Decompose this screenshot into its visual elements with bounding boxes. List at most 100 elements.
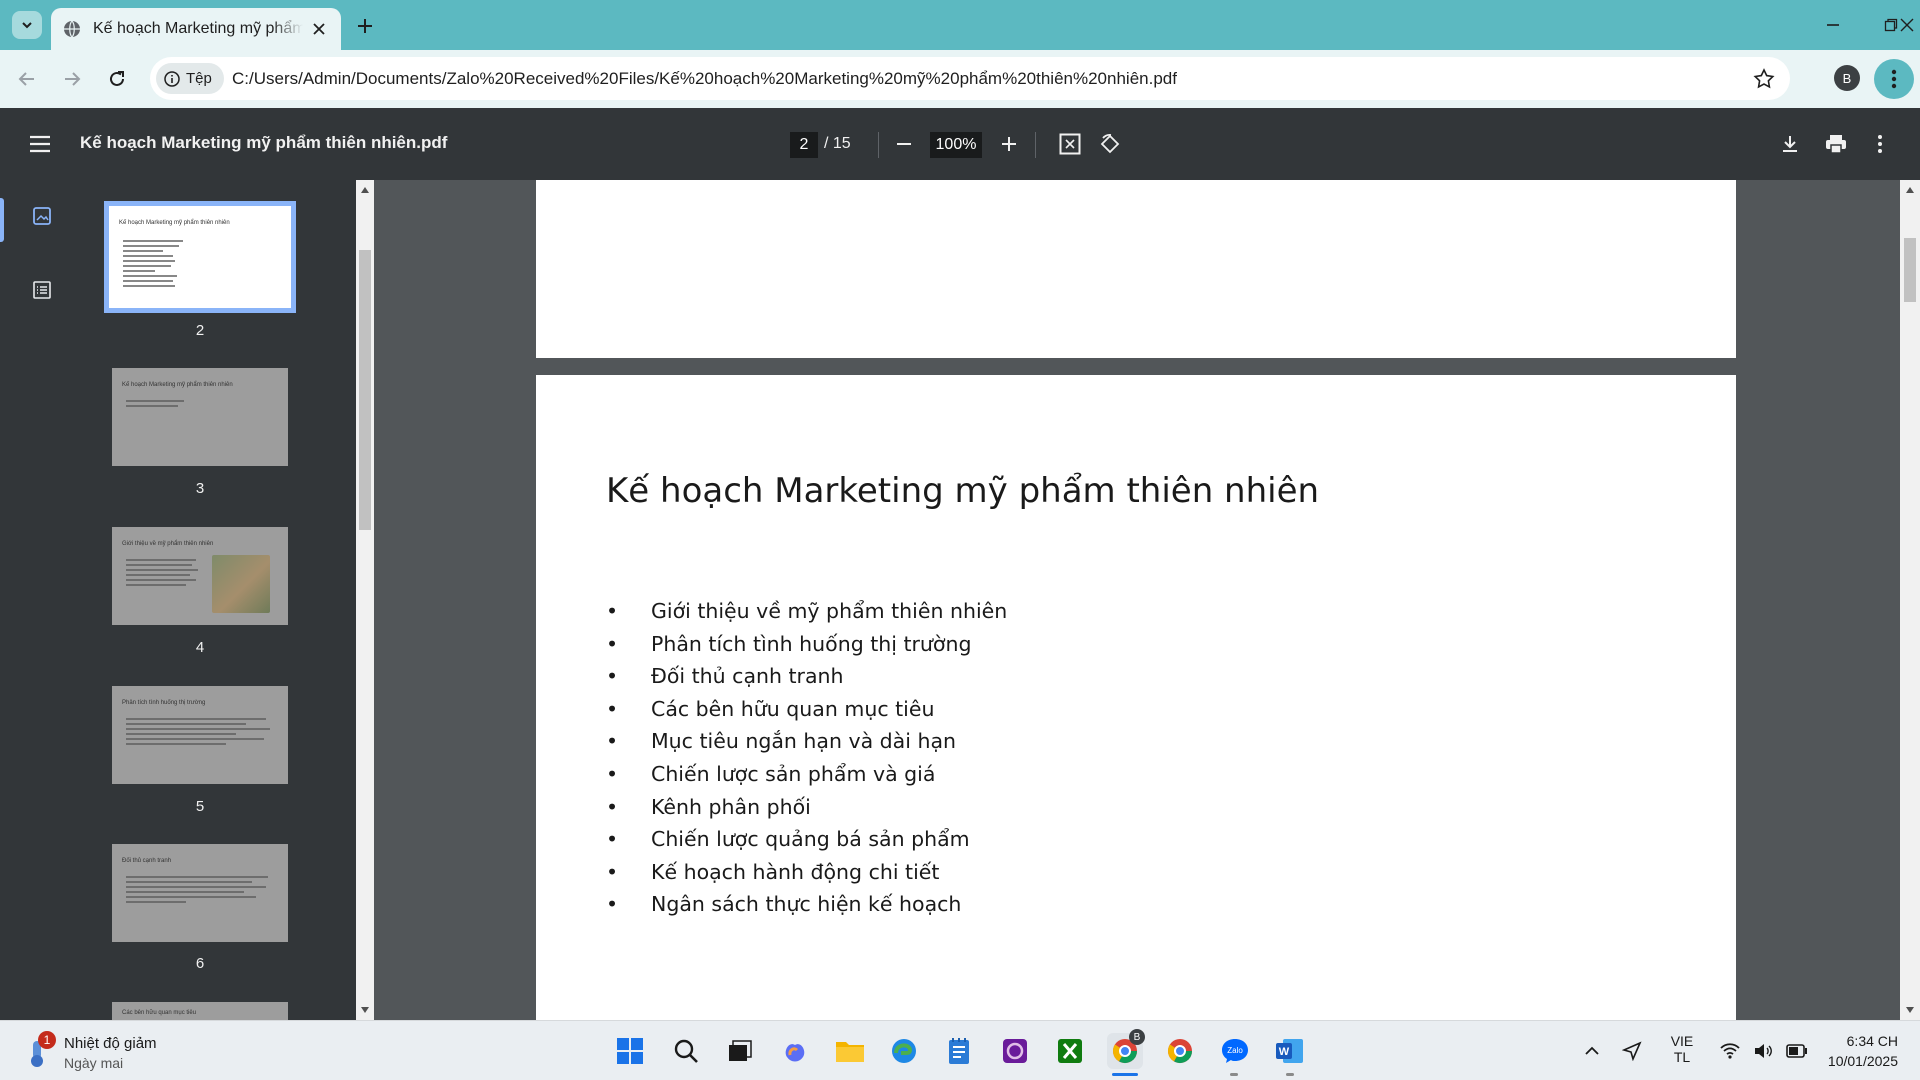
sidebar-scroll-thumb[interactable]: [359, 250, 371, 530]
input-language[interactable]: VIE TL: [1664, 1033, 1700, 1065]
sidebar-rail: [0, 180, 84, 1020]
running-app-indicator: [1230, 1073, 1238, 1076]
url-text[interactable]: C:/Users/Admin/Documents/Zalo%20Received…: [232, 69, 1177, 89]
scroll-up-arrow[interactable]: [1900, 182, 1920, 198]
thumbnail-page-4[interactable]: Giới thiệu về mỹ phẩm thiên nhiên: [112, 527, 288, 625]
thumbnail-list: Kế hoạch Marketing mỹ phẩm thiên nhiên 2…: [84, 180, 356, 1020]
taskbar-search-button[interactable]: [668, 1033, 704, 1069]
back-button[interactable]: [12, 64, 42, 94]
bullet-item: Giới thiệu về mỹ phẩm thiên nhiên: [606, 595, 1007, 628]
document-scrollbar[interactable]: [1900, 180, 1920, 1020]
pdf-more-button[interactable]: [1866, 130, 1894, 158]
download-button[interactable]: [1776, 130, 1804, 158]
browser-tab[interactable]: Kế hoạch Marketing mỹ phẩm t: [51, 8, 341, 50]
reload-button[interactable]: [102, 64, 132, 94]
system-clock[interactable]: 6:34 CH 10/01/2025: [1828, 1031, 1898, 1071]
xbox-icon: [1058, 1039, 1082, 1063]
page-number-input[interactable]: 2: [790, 132, 818, 158]
slide-title: Kế hoạch Marketing mỹ phẩm thiên nhiên: [606, 471, 1320, 511]
chevron-down-icon: [22, 22, 32, 29]
tab-search-button[interactable]: [12, 11, 42, 39]
weather-title: Nhiệt độ giảm: [64, 1035, 157, 1052]
bullet-item: Ngân sách thực hiện kế hoạch: [606, 888, 1007, 921]
windows-logo-icon: [617, 1038, 643, 1064]
tab-close-button[interactable]: [309, 19, 329, 39]
thumbnail-title: Kế hoạch Marketing mỹ phẩm thiên nhiên: [122, 382, 233, 388]
browser-menu-button[interactable]: [1874, 59, 1914, 99]
chrome-button[interactable]: [1162, 1033, 1198, 1069]
fit-to-page-icon: [1059, 133, 1081, 155]
window-minimize-button[interactable]: [1818, 10, 1848, 40]
location-button[interactable]: [1614, 1033, 1650, 1069]
bullet-list: Giới thiệu về mỹ phẩm thiên nhiên Phân t…: [606, 595, 1007, 921]
plus-icon: [1002, 137, 1016, 151]
sidebar-toggle-button[interactable]: [26, 130, 54, 158]
address-bar[interactable]: Tệp C:/Users/Admin/Documents/Zalo%20Rece…: [150, 57, 1790, 100]
thumbnails-view-button[interactable]: [28, 202, 56, 230]
toolbar-divider-2: [1035, 132, 1036, 158]
thumbnail-page-7[interactable]: Các bên hữu quan mục tiêu: [112, 1002, 288, 1020]
bookmark-star-icon[interactable]: [1752, 67, 1776, 91]
site-info-chip[interactable]: Tệp: [156, 63, 224, 94]
outline-view-button[interactable]: [28, 276, 56, 304]
bullet-item: Kế hoạch hành động chi tiết: [606, 856, 1007, 889]
show-hidden-icons-button[interactable]: [1574, 1033, 1610, 1069]
plus-icon: [358, 19, 372, 33]
sidebar-scrollbar[interactable]: [356, 180, 374, 1020]
pdf-sidebar: Kế hoạch Marketing mỹ phẩm thiên nhiên 2…: [0, 180, 356, 1020]
scroll-up-arrow[interactable]: [356, 182, 374, 198]
file-explorer-button[interactable]: [832, 1033, 868, 1069]
thumbnail-page-5[interactable]: Phân tích tình huống thị trường: [112, 686, 288, 784]
language-code: VIE: [1670, 1033, 1694, 1049]
thumbnail-page-2[interactable]: Kế hoạch Marketing mỹ phẩm thiên nhiên: [104, 201, 296, 313]
document-viewport[interactable]: Kế hoạch Marketing mỹ phẩm thiên nhiên G…: [374, 180, 1900, 1020]
thumbnail-page-6[interactable]: Đối thủ cạnh tranh: [112, 844, 288, 942]
kebab-menu-icon: [1891, 69, 1897, 89]
camera-app-button[interactable]: [997, 1033, 1033, 1069]
task-view-icon: [729, 1040, 752, 1061]
chrome-icon: [1168, 1039, 1192, 1064]
bullet-item: Chiến lược quảng bá sản phẩm: [606, 823, 1007, 856]
scroll-down-arrow[interactable]: [356, 1002, 374, 1018]
scroll-down-arrow[interactable]: [1900, 1002, 1920, 1018]
chrome-profile-button[interactable]: B: [1107, 1029, 1145, 1069]
edge-button[interactable]: [886, 1033, 922, 1069]
zalo-button[interactable]: Zalo: [1217, 1033, 1253, 1069]
start-button[interactable]: [612, 1033, 648, 1069]
globe-icon: [64, 20, 80, 38]
triangle-down-icon: [1906, 1007, 1914, 1013]
copilot-button[interactable]: [777, 1033, 813, 1069]
thumbnail-page-3[interactable]: Kế hoạch Marketing mỹ phẩm thiên nhiên: [112, 368, 288, 466]
thumbnail-title: Các bên hữu quan mục tiêu: [122, 1010, 197, 1016]
profile-avatar[interactable]: B: [1834, 65, 1860, 91]
notepad-button[interactable]: [941, 1033, 977, 1069]
xbox-button[interactable]: [1052, 1033, 1088, 1069]
word-button[interactable]: W: [1272, 1033, 1308, 1069]
running-app-indicator: [1286, 1073, 1294, 1076]
triangle-down-icon: [361, 1007, 369, 1013]
pdf-page-1: [536, 180, 1736, 358]
zoom-in-button[interactable]: [995, 130, 1023, 158]
rail-active-indicator: [0, 198, 4, 242]
zoom-level-input[interactable]: 100%: [930, 132, 982, 158]
bullet-item: Mục tiêu ngắn hạn và dài hạn: [606, 725, 1007, 758]
document-scroll-thumb[interactable]: [1904, 238, 1916, 302]
print-button[interactable]: [1822, 130, 1850, 158]
new-tab-button[interactable]: [352, 13, 378, 39]
windows-taskbar: 1 Nhiệt độ giảm Ngày mai B Zalo W VIE TL…: [0, 1020, 1920, 1080]
chrome-profile-badge: B: [1129, 1029, 1145, 1045]
zoom-out-button[interactable]: [890, 130, 918, 158]
rotate-button[interactable]: [1096, 130, 1124, 158]
thumbnail-number: 4: [195, 639, 205, 656]
window-close-button[interactable]: [1892, 10, 1920, 40]
site-chip-label: Tệp: [186, 70, 212, 87]
forward-button[interactable]: [57, 64, 87, 94]
fit-page-button[interactable]: [1056, 130, 1084, 158]
browser-tab-bar: Kế hoạch Marketing mỹ phẩm t: [0, 0, 1920, 50]
weather-widget[interactable]: 1 Nhiệt độ giảm Ngày mai: [24, 1031, 194, 1073]
browser-toolbar: Tệp C:/Users/Admin/Documents/Zalo%20Rece…: [0, 50, 1920, 108]
svg-text:W: W: [1279, 1046, 1290, 1058]
task-view-button[interactable]: [722, 1033, 758, 1069]
quick-settings-button[interactable]: [1714, 1033, 1814, 1069]
info-icon: [164, 70, 180, 87]
